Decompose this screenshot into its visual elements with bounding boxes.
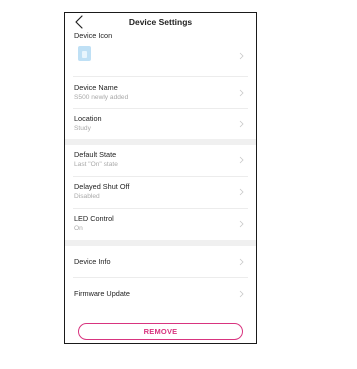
delayed-shut-off-value: Disabled [74, 193, 100, 200]
led-control-title: LED Control [74, 214, 114, 223]
led-control-row[interactable]: LED Control On [65, 209, 256, 240]
device-name-value: S500 newly added [74, 94, 129, 101]
delayed-shut-off-row[interactable]: Delayed Shut Off Disabled [65, 177, 256, 208]
device-settings-screen: Device Settings Device Icon Device Name … [64, 12, 257, 344]
device-plug-icon [78, 46, 91, 61]
default-state-value: Last "On" state [74, 161, 118, 168]
device-name-row[interactable]: Device Name S500 newly added [65, 77, 256, 108]
default-state-title: Default State [74, 150, 117, 159]
device-icon-label: Device Icon [74, 31, 113, 40]
chevron-right-icon [239, 290, 244, 298]
default-state-row[interactable]: Default State Last "On" state [65, 145, 256, 176]
firmware-update-row[interactable]: Firmware Update [65, 278, 256, 309]
delayed-shut-off-title: Delayed Shut Off [74, 182, 130, 191]
chevron-right-icon [239, 89, 244, 97]
plug-face-icon [82, 51, 87, 58]
remove-button[interactable]: REMOVE [78, 323, 243, 340]
device-name-title: Device Name [74, 83, 118, 92]
firmware-update-title: Firmware Update [74, 289, 130, 298]
device-info-title: Device Info [74, 257, 111, 266]
chevron-right-icon [239, 52, 244, 60]
location-title: Location [74, 114, 102, 123]
location-row[interactable]: Location Study [65, 109, 256, 139]
chevron-right-icon [239, 258, 244, 266]
device-icon-row[interactable]: Device Icon [65, 31, 256, 76]
chevron-right-icon [239, 156, 244, 164]
chevron-right-icon [239, 220, 244, 228]
chevron-right-icon [239, 188, 244, 196]
header-bar: Device Settings [65, 13, 256, 33]
location-value: Study [74, 125, 91, 132]
page-title: Device Settings [128, 17, 193, 27]
led-control-value: On [74, 225, 83, 232]
chevron-right-icon [239, 120, 244, 128]
device-info-row[interactable]: Device Info [65, 246, 256, 277]
